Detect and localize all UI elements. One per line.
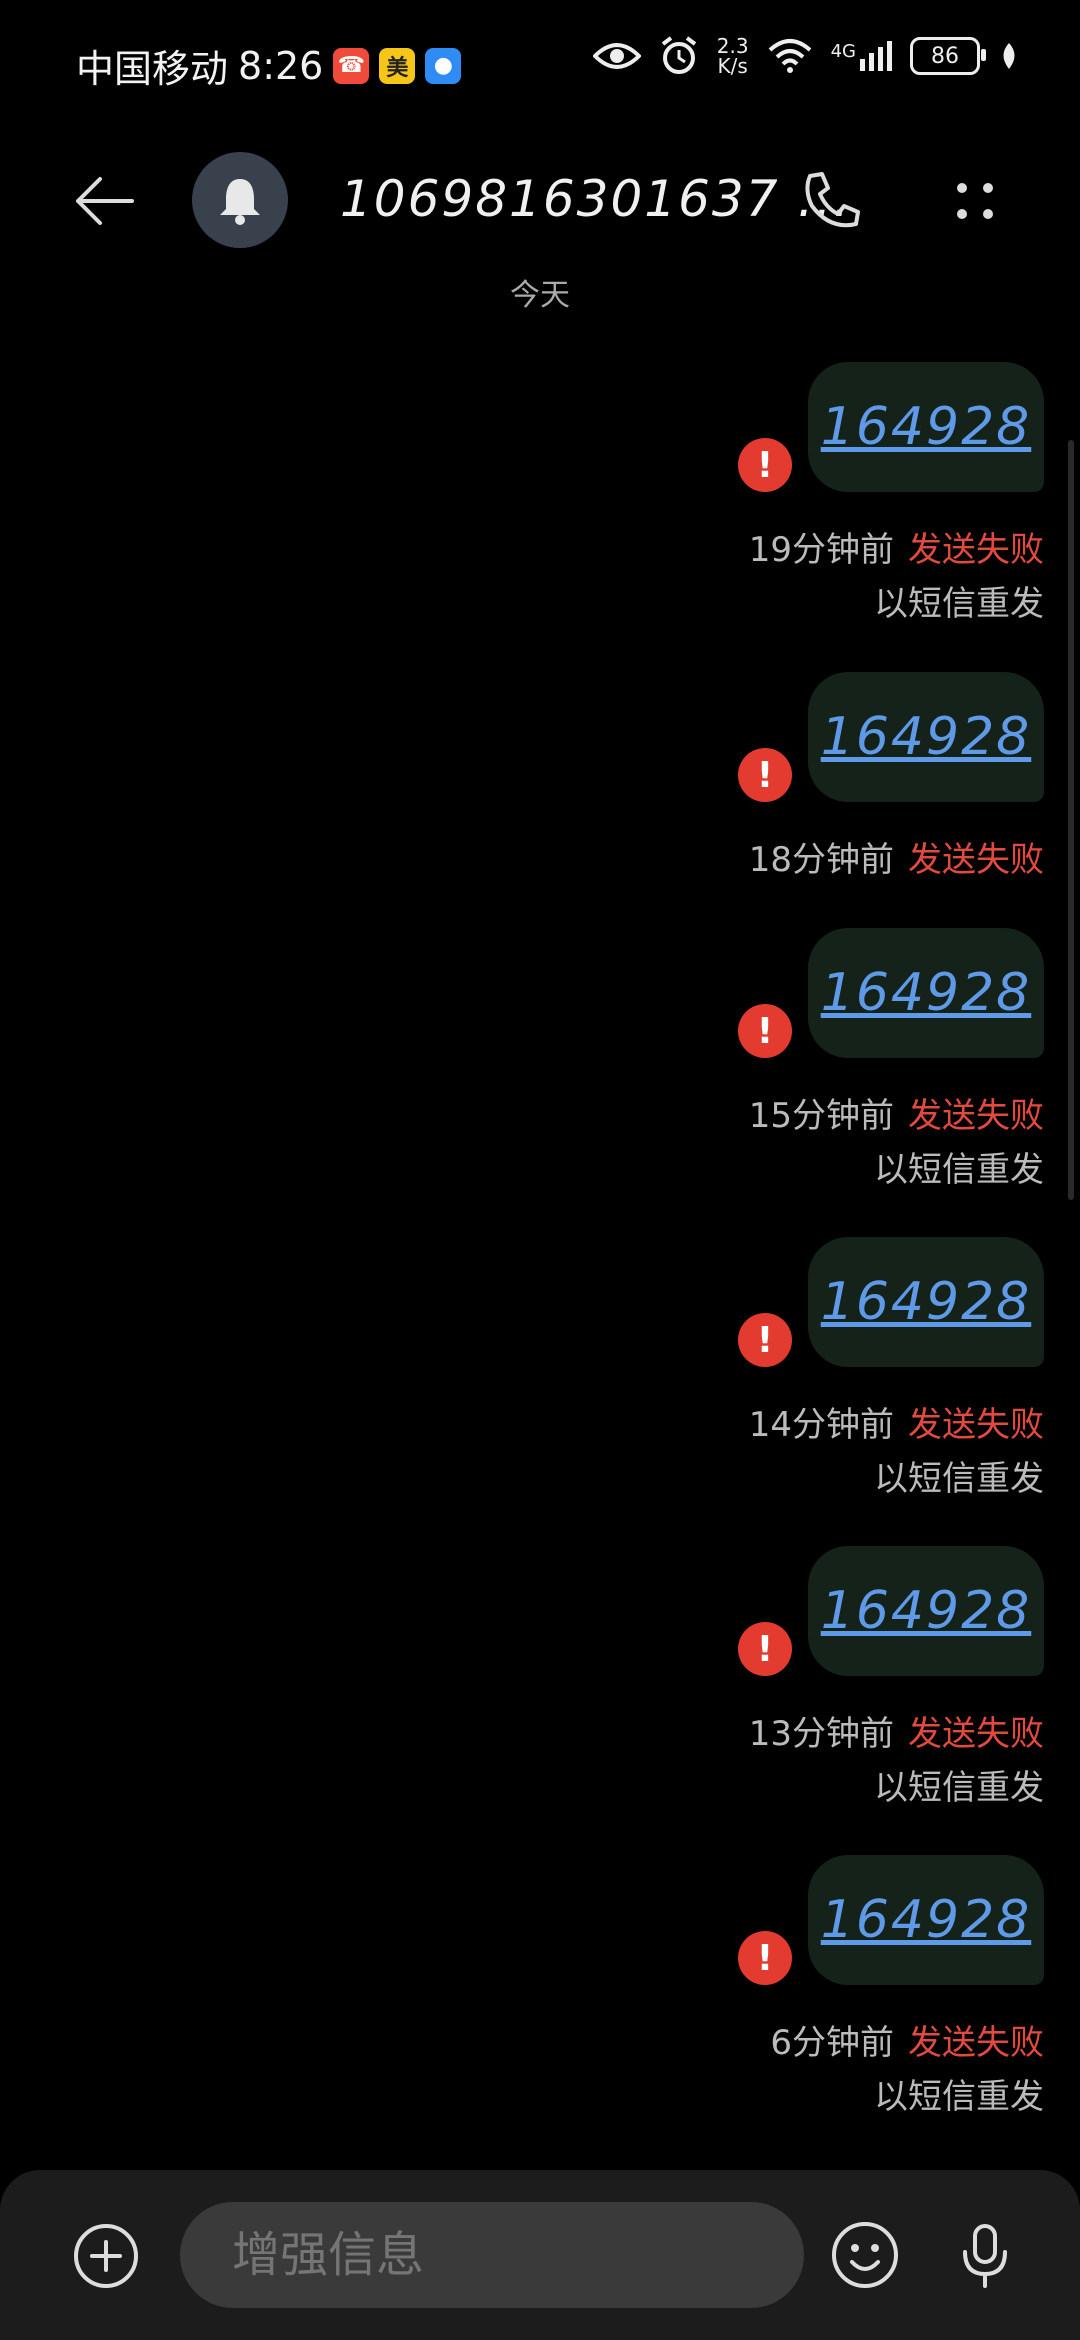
message-meta: 6分钟前 发送失败	[770, 2015, 1044, 2064]
message-text[interactable]: 164928	[821, 963, 1032, 1023]
send-error-icon[interactable]: !	[738, 1004, 792, 1058]
send-error-icon[interactable]: !	[738, 1313, 792, 1367]
eye-icon	[592, 43, 641, 69]
network-speed: 2.3 K/s	[717, 36, 749, 76]
date-divider: 今天	[510, 278, 570, 313]
message-bubble[interactable]: 164928	[808, 672, 1044, 802]
add-attachment-icon[interactable]	[72, 2222, 140, 2290]
resend-sms-link[interactable]: 以短信重发	[874, 1451, 1044, 1500]
more-icon[interactable]	[940, 166, 1010, 236]
message-meta: 13分钟前 发送失败	[749, 1706, 1044, 1755]
send-status: 发送失败	[908, 1405, 1044, 1445]
status-right: 2.3 K/s 4G 86	[592, 36, 1020, 76]
message-time: 14分钟前	[748, 1405, 894, 1445]
battery-indicator: 86	[910, 37, 986, 75]
status-bar: 中国移动 8:26 ☎ 美 ● 2.3 K/s 4G 86	[0, 0, 1080, 120]
message-text[interactable]: 164928	[821, 1272, 1032, 1332]
send-status: 发送失败	[908, 840, 1044, 880]
bell-icon	[220, 179, 260, 225]
battery-level: 86	[931, 43, 959, 69]
message-text[interactable]: 164928	[821, 707, 1032, 767]
message-input[interactable]	[180, 2202, 804, 2308]
send-error-icon[interactable]: !	[738, 438, 792, 492]
message-time: 18分钟前	[748, 840, 894, 880]
contact-avatar[interactable]	[192, 152, 288, 248]
send-status: 发送失败	[908, 530, 1044, 570]
resend-sms-link[interactable]: 以短信重发	[874, 1760, 1044, 1809]
message-bubble[interactable]: 164928	[808, 1855, 1044, 1985]
emoji-icon[interactable]	[830, 2220, 900, 2290]
message-text[interactable]: 164928	[821, 1581, 1032, 1641]
resend-sms-link[interactable]: 以短信重发	[874, 1142, 1044, 1191]
network-type: 4G	[830, 41, 856, 62]
wifi-icon	[768, 39, 811, 73]
message-time: 13分钟前	[748, 1714, 894, 1754]
message-time: 6分钟前	[770, 2023, 894, 2063]
message-meta: 19分钟前 发送失败	[749, 522, 1044, 571]
carrier-name: 中国移动	[76, 47, 229, 91]
cellular-signal-icon: 4G	[831, 41, 892, 71]
microphone-icon[interactable]	[950, 2220, 1020, 2290]
message-bubble[interactable]: 164928	[808, 1237, 1044, 1367]
message-meta: 14分钟前 发送失败	[749, 1397, 1044, 1446]
phone-icon[interactable]	[796, 166, 866, 236]
contact-number[interactable]: 1069816301637 ...	[340, 170, 851, 228]
missed-call-icon: ☎	[333, 47, 370, 84]
message-bubble[interactable]: 164928	[808, 1546, 1044, 1676]
meituan-icon: 美	[379, 47, 416, 84]
status-left: 中国移动 8:26 ☎ 美 ●	[76, 38, 462, 93]
send-status: 发送失败	[908, 2023, 1044, 2063]
message-text[interactable]: 164928	[821, 1890, 1032, 1950]
back-arrow-icon[interactable]	[70, 166, 140, 236]
message-bubble[interactable]: 164928	[808, 362, 1044, 492]
message-time: 15分钟前	[748, 1096, 894, 1136]
message-meta: 15分钟前 发送失败	[749, 1088, 1044, 1137]
conversation-header: 1069816301637 ...	[0, 140, 1080, 260]
message-time: 19分钟前	[748, 530, 894, 570]
message-meta: 18分钟前 发送失败	[749, 832, 1044, 881]
resend-sms-link[interactable]: 以短信重发	[874, 576, 1044, 625]
message-bubble[interactable]: 164928	[808, 928, 1044, 1058]
send-error-icon[interactable]: !	[738, 748, 792, 802]
message-app-icon: ●	[425, 47, 462, 84]
leaf-icon	[1003, 43, 1015, 69]
message-text[interactable]: 164928	[821, 397, 1032, 457]
alarm-icon	[661, 36, 696, 74]
send-error-icon[interactable]: !	[738, 1622, 792, 1676]
resend-sms-link[interactable]: 以短信重发	[874, 2069, 1044, 2118]
clock: 8:26	[238, 43, 324, 88]
scrollbar[interactable]	[1068, 440, 1074, 1200]
send-status: 发送失败	[908, 1096, 1044, 1136]
speed-unit: K/s	[717, 54, 748, 78]
speed-value: 2.3	[716, 34, 749, 58]
send-error-icon[interactable]: !	[738, 1931, 792, 1985]
message-composer	[0, 2170, 1080, 2340]
send-status: 发送失败	[908, 1714, 1044, 1754]
